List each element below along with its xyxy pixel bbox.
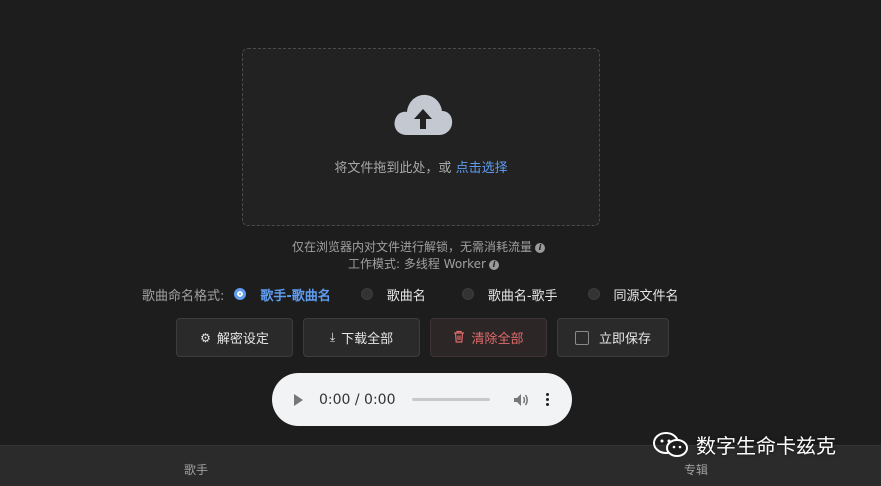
upload-hint: 将文件拖到此处，或 点击选择 (243, 157, 599, 176)
upload-hint-text: 将文件拖到此处，或 (334, 161, 452, 176)
trash-icon (453, 330, 465, 346)
audio-player: 0:00 / 0:00 (272, 373, 572, 426)
column-header-artist[interactable]: 歌手 (184, 461, 208, 478)
naming-format-label: 歌曲命名格式: (142, 288, 225, 304)
radio-button[interactable] (461, 288, 474, 300)
info-icon[interactable]: i (535, 242, 546, 253)
clear-all-label: 清除全部 (471, 332, 524, 347)
decrypt-settings-button[interactable]: ⚙ 解密设定 (176, 318, 293, 357)
play-icon[interactable] (294, 393, 303, 406)
radio-title[interactable]: 歌曲名 (360, 285, 426, 304)
info-icon[interactable]: i (488, 259, 499, 270)
seek-bar[interactable] (411, 398, 490, 401)
radio-artist-title[interactable]: 歌手-歌曲名 (234, 285, 331, 304)
upload-dropzone[interactable]: 将文件拖到此处，或 点击选择 (242, 48, 600, 226)
watermark-text: 数字生命卡兹克 (696, 434, 836, 458)
save-now-checkbox[interactable] (574, 330, 589, 345)
radio-label: 同源文件名 (613, 288, 679, 304)
radio-title-artist[interactable]: 歌曲名-歌手 (461, 285, 558, 304)
radio-button[interactable] (587, 288, 600, 300)
worker-mode-note: 工作模式: 多线程 Worker i (348, 255, 499, 272)
cloud-upload-icon (394, 94, 453, 135)
radio-label: 歌曲名 (386, 288, 426, 304)
privacy-note: 仅在浏览器内对文件进行解锁，无需消耗流量 i (292, 238, 546, 255)
worker-mode-text: 工作模式: 多线程 Worker (348, 257, 486, 271)
decrypt-settings-label: 解密设定 (216, 332, 269, 347)
naming-format-row: 歌曲命名格式: 歌手-歌曲名 歌曲名 歌曲名-歌手 同源文件名 (142, 284, 679, 304)
radio-source-filename[interactable]: 同源文件名 (587, 285, 679, 304)
radio-button[interactable] (360, 288, 373, 300)
radio-button[interactable] (234, 288, 247, 300)
save-now-toggle[interactable]: 立即保存 (557, 318, 669, 357)
wechat-icon (653, 431, 688, 457)
download-icon: ⤓ (329, 330, 336, 344)
gear-icon: ⚙ (200, 330, 211, 345)
more-options-icon[interactable] (545, 393, 549, 406)
privacy-note-text: 仅在浏览器内对文件进行解锁，无需消耗流量 (292, 240, 533, 254)
save-now-label: 立即保存 (598, 332, 651, 347)
playback-time: 0:00 / 0:00 (319, 391, 396, 408)
radio-label: 歌曲名-歌手 (487, 288, 558, 304)
watermark: 数字生命卡兹克 (652, 430, 836, 459)
volume-icon[interactable] (512, 391, 530, 409)
radio-label: 歌手-歌曲名 (260, 288, 331, 304)
clear-all-button[interactable]: 清除全部 (430, 318, 547, 357)
download-all-label: 下载全部 (341, 332, 394, 347)
download-all-button[interactable]: ⤓ 下载全部 (303, 318, 420, 357)
select-file-link[interactable]: 点击选择 (456, 161, 508, 176)
column-header-album[interactable]: 专辑 (684, 461, 708, 478)
